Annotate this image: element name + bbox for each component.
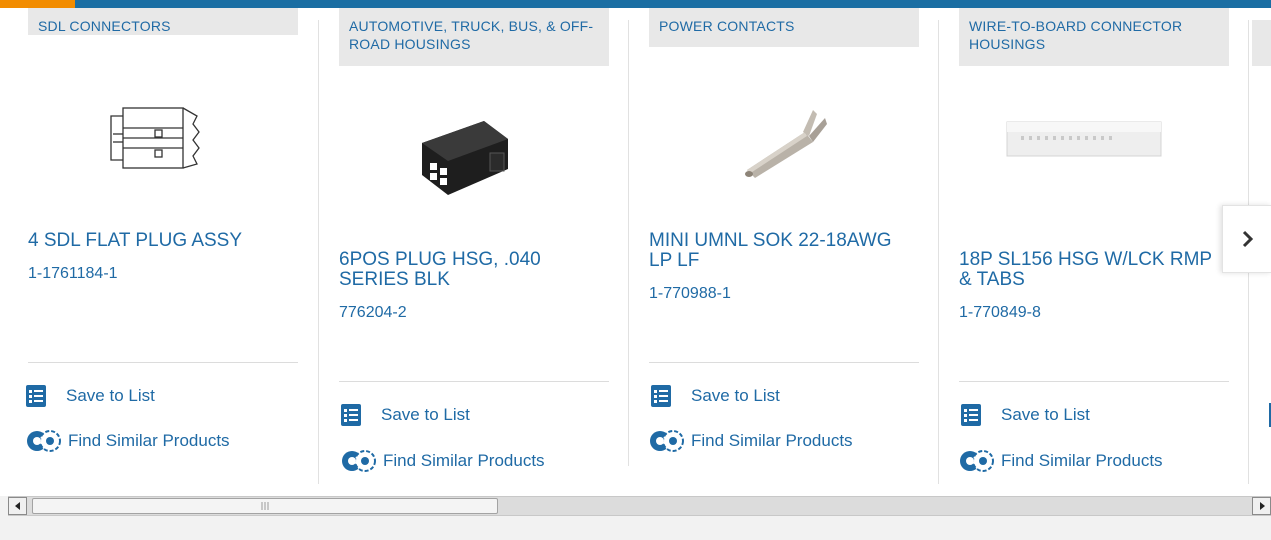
card-separator — [628, 20, 629, 466]
black-plug-housing-icon — [422, 121, 508, 195]
triangle-left-icon — [14, 502, 20, 510]
divider — [28, 362, 298, 363]
find-similar-label: Find Similar Products — [691, 431, 853, 450]
save-to-list-button[interactable]: Save to List — [651, 384, 780, 408]
product-card: POWER CONTACTS MINI UMNL SOK 22-18AWG LP… — [649, 8, 919, 484]
product-card: SDL CONNECTORS 4 SDL FLAT PLUG ASSY 1-17… — [26, 8, 298, 484]
product-card: WIRE-TO-BOARD CONNECTOR HOUSINGS 18P SL1… — [959, 8, 1229, 484]
find-similar-label: Find Similar Products — [1001, 451, 1163, 470]
category-label[interactable]: SDL CONNECTORS — [28, 8, 298, 35]
card-separator — [318, 20, 319, 484]
divider — [959, 381, 1229, 382]
save-to-list-label: Save to List — [66, 386, 155, 405]
find-similar-button[interactable]: Find Similar Products — [341, 449, 545, 473]
save-to-list-label: Save to List — [1001, 405, 1090, 424]
product-card: AUTOMOTIVE, TRUCK, BUS, & OFF-ROAD HOUSI… — [339, 8, 609, 484]
chevron-right-icon — [1242, 230, 1253, 248]
socket-contact-icon — [745, 110, 827, 178]
category-label[interactable]: WIRE-TO-BOARD CONNECTOR HOUSINGS — [959, 8, 1229, 66]
part-number-link[interactable]: 776204-2 — [339, 304, 407, 322]
save-to-list-button[interactable]: Save to List — [961, 403, 1090, 427]
find-similar-button[interactable]: Find Similar Products — [649, 429, 853, 453]
horizontal-scrollbar[interactable] — [8, 496, 1271, 516]
save-to-list-label: Save to List — [691, 386, 780, 405]
scrollbar-thumb[interactable] — [32, 498, 498, 514]
grip-icon — [261, 502, 269, 510]
top-brand-bar — [0, 0, 1271, 8]
product-image[interactable] — [649, 68, 899, 208]
find-similar-button[interactable]: Find Similar Products — [26, 429, 230, 453]
category-label[interactable]: AUTOMOTIVE, TRUCK, BUS, & OFF-ROAD HOUSI… — [339, 8, 609, 66]
product-carousel: SDL CONNECTORS 4 SDL FLAT PLUG ASSY 1-17… — [0, 8, 1271, 496]
checklist-icon — [961, 404, 981, 426]
scroll-left-button[interactable] — [8, 497, 27, 515]
similar-gears-icon — [341, 449, 377, 473]
carousel-next-button[interactable] — [1222, 205, 1271, 273]
divider — [339, 381, 609, 382]
partial-card-category — [1252, 20, 1271, 66]
divider — [649, 362, 919, 363]
product-name-link[interactable]: MINI UMNL SOK 22-18AWG LP LF — [649, 231, 909, 271]
product-name-link[interactable]: 4 SDL FLAT PLUG ASSY — [28, 231, 288, 251]
save-to-list-label: Save to List — [381, 405, 470, 424]
white-connector-housing-icon — [1006, 121, 1162, 157]
save-to-list-button[interactable]: Save to List — [26, 384, 155, 408]
part-number-link[interactable]: 1-1761184-1 — [28, 265, 118, 283]
similar-gears-icon — [26, 429, 62, 453]
find-similar-label: Find Similar Products — [68, 431, 230, 450]
top-accent-stripe — [0, 0, 75, 8]
product-name-link[interactable]: 18P SL156 HSG W/LCK RMP & TABS — [959, 250, 1219, 290]
checklist-icon — [651, 385, 671, 407]
triangle-right-icon — [1259, 502, 1265, 510]
find-similar-label: Find Similar Products — [383, 451, 545, 470]
card-separator — [938, 20, 939, 484]
category-label[interactable]: POWER CONTACTS — [649, 8, 919, 47]
product-image[interactable] — [959, 68, 1209, 208]
similar-gears-icon — [649, 429, 685, 453]
scroll-right-button[interactable] — [1252, 497, 1271, 515]
part-number-link[interactable]: 1-770988-1 — [649, 285, 731, 303]
sdl-plug-drawing-icon — [110, 107, 200, 169]
find-similar-button[interactable]: Find Similar Products — [959, 449, 1163, 473]
save-to-list-button[interactable]: Save to List — [341, 403, 470, 427]
checklist-icon — [26, 385, 46, 407]
similar-gears-icon — [959, 449, 995, 473]
product-image[interactable] — [28, 68, 278, 208]
product-image[interactable] — [339, 83, 589, 223]
checklist-icon — [341, 404, 361, 426]
part-number-link[interactable]: 1-770849-8 — [959, 304, 1041, 322]
product-name-link[interactable]: 6POS PLUG HSG, .040 SERIES BLK — [339, 250, 599, 290]
